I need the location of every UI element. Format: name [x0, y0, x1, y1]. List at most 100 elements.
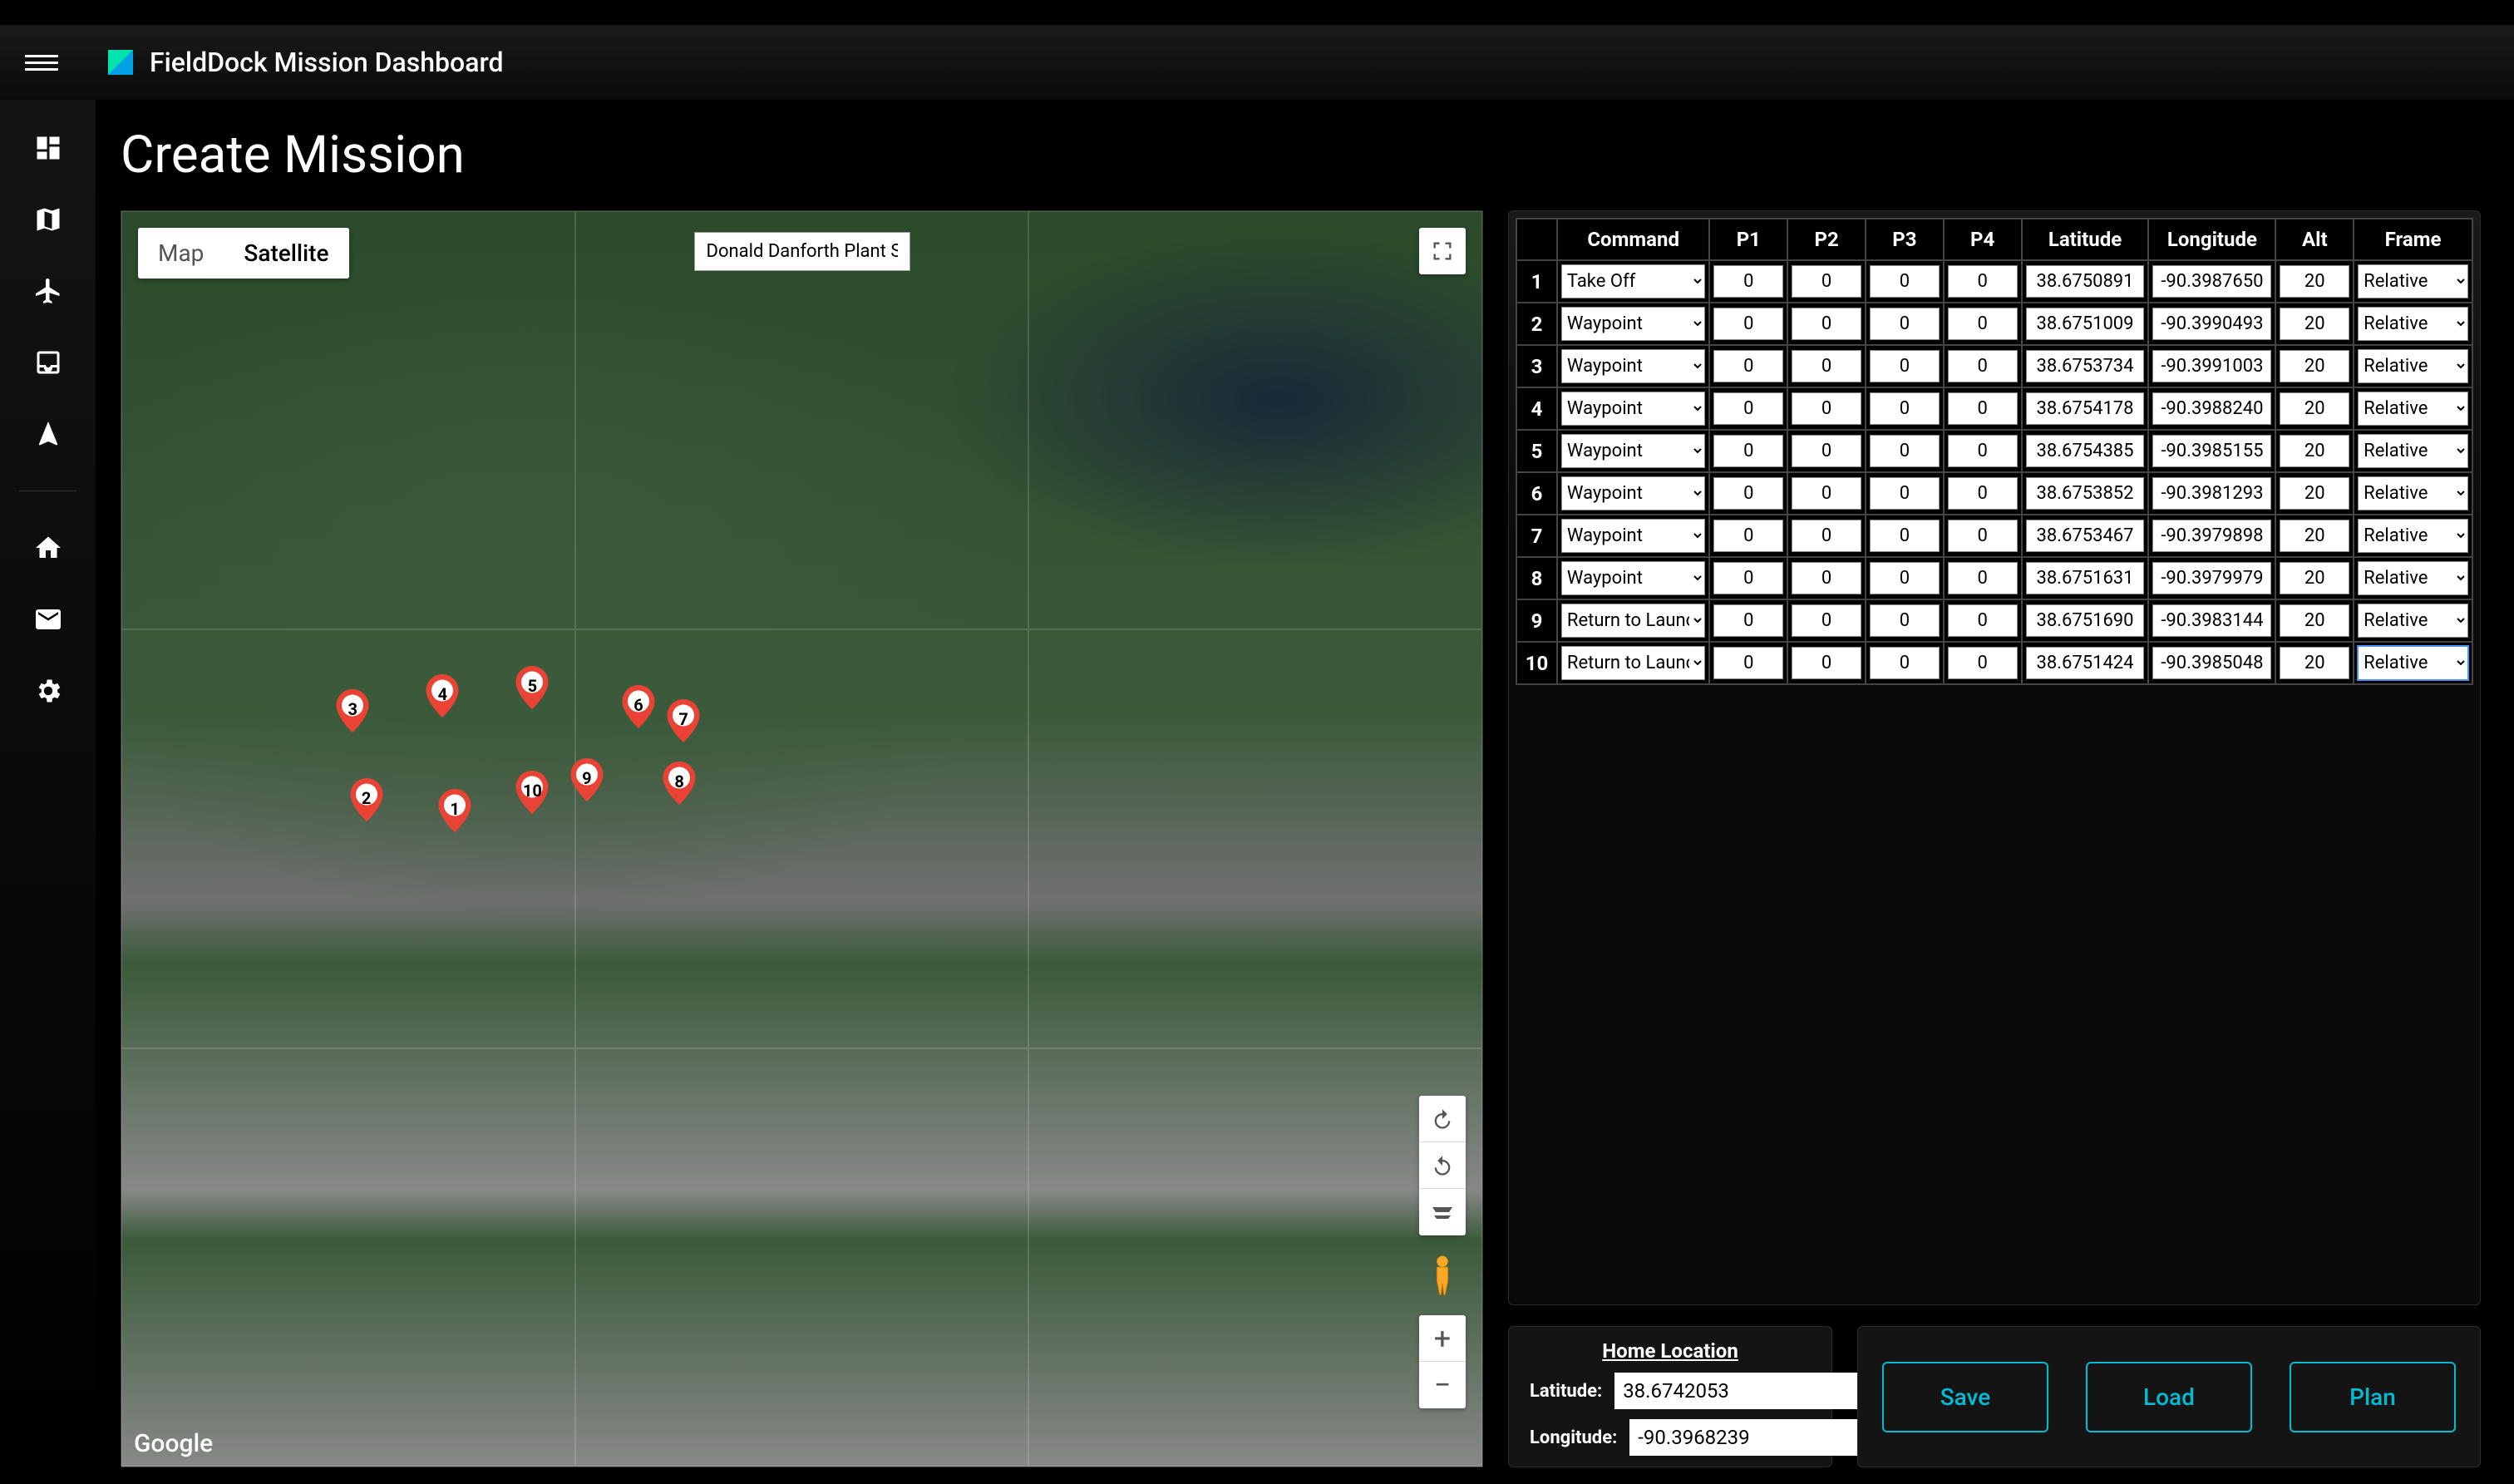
sidebar-mail-icon[interactable] [33, 604, 63, 634]
cell-p1[interactable] [1713, 308, 1783, 340]
cell-alt[interactable] [2280, 435, 2349, 467]
frame-select[interactable]: RelativeAbsolute [2358, 307, 2468, 341]
cell-p1[interactable] [1713, 562, 1783, 594]
map-marker[interactable]: 10 [515, 771, 549, 814]
cell-p4[interactable] [1948, 562, 2018, 594]
frame-select[interactable]: RelativeAbsolute [2358, 349, 2468, 383]
command-select[interactable]: Take OffWaypointReturn to Launch [1561, 476, 1706, 510]
command-select[interactable]: Take OffWaypointReturn to Launch [1561, 392, 1706, 426]
cell-p3[interactable] [1870, 265, 1940, 298]
cell-lon[interactable] [2152, 435, 2271, 467]
cell-lon[interactable] [2152, 604, 2271, 637]
rotate-ccw-button[interactable] [1419, 1142, 1466, 1189]
plan-button[interactable]: Plan [2290, 1362, 2456, 1432]
cell-lon[interactable] [2152, 392, 2271, 425]
pegman-icon[interactable] [1426, 1252, 1459, 1299]
cell-lon[interactable] [2152, 308, 2271, 340]
cell-p2[interactable] [1792, 392, 1861, 425]
cell-p1[interactable] [1713, 392, 1783, 425]
cell-alt[interactable] [2280, 562, 2349, 594]
hamburger-menu-button[interactable] [25, 46, 58, 79]
cell-p4[interactable] [1948, 308, 2018, 340]
cell-lon[interactable] [2152, 265, 2271, 298]
cell-alt[interactable] [2280, 520, 2349, 552]
cell-p1[interactable] [1713, 520, 1783, 552]
map-marker[interactable]: 6 [622, 685, 655, 728]
command-select[interactable]: Take OffWaypointReturn to Launch [1561, 349, 1706, 383]
cell-p4[interactable] [1948, 392, 2018, 425]
command-select[interactable]: Take OffWaypointReturn to Launch [1561, 307, 1706, 341]
cell-alt[interactable] [2280, 392, 2349, 425]
cell-p2[interactable] [1792, 647, 1861, 679]
cell-p4[interactable] [1948, 435, 2018, 467]
map-marker[interactable]: 3 [336, 689, 369, 732]
cell-p3[interactable] [1870, 647, 1940, 679]
cell-p3[interactable] [1870, 477, 1940, 510]
cell-p1[interactable] [1713, 265, 1783, 298]
cell-p4[interactable] [1948, 604, 2018, 637]
fullscreen-button[interactable] [1419, 228, 1466, 274]
frame-select[interactable]: RelativeAbsolute [2358, 392, 2468, 426]
map-marker[interactable]: 1 [438, 789, 471, 832]
cell-lat[interactable] [2026, 265, 2145, 298]
cell-p3[interactable] [1870, 308, 1940, 340]
command-select[interactable]: Take OffWaypointReturn to Launch [1561, 604, 1706, 638]
cell-alt[interactable] [2280, 647, 2349, 679]
cell-lon[interactable] [2152, 477, 2271, 510]
cell-lon[interactable] [2152, 562, 2271, 594]
map-type-satellite-button[interactable]: Satellite [224, 228, 348, 279]
cell-p2[interactable] [1792, 308, 1861, 340]
tilt-button[interactable] [1419, 1189, 1466, 1235]
command-select[interactable]: Take OffWaypointReturn to Launch [1561, 264, 1706, 298]
sidebar-settings-icon[interactable] [33, 676, 63, 706]
cell-alt[interactable] [2280, 265, 2349, 298]
cell-alt[interactable] [2280, 477, 2349, 510]
cell-p3[interactable] [1870, 392, 1940, 425]
cell-p4[interactable] [1948, 350, 2018, 382]
cell-p1[interactable] [1713, 647, 1783, 679]
cell-lon[interactable] [2152, 647, 2271, 679]
cell-p1[interactable] [1713, 350, 1783, 382]
cell-p3[interactable] [1870, 350, 1940, 382]
cell-alt[interactable] [2280, 308, 2349, 340]
cell-p3[interactable] [1870, 435, 1940, 467]
cell-p3[interactable] [1870, 604, 1940, 637]
frame-select[interactable]: RelativeAbsolute [2358, 646, 2468, 680]
cell-p4[interactable] [1948, 477, 2018, 510]
sidebar-home-icon[interactable] [33, 533, 63, 563]
cell-p2[interactable] [1792, 265, 1861, 298]
map-type-map-button[interactable]: Map [138, 228, 224, 279]
cell-p3[interactable] [1870, 520, 1940, 552]
frame-select[interactable]: RelativeAbsolute [2358, 519, 2468, 553]
sidebar-navigation-icon[interactable] [33, 419, 63, 449]
command-select[interactable]: Take OffWaypointReturn to Launch [1561, 434, 1706, 468]
cell-p1[interactable] [1713, 604, 1783, 637]
home-lat-input[interactable] [1614, 1373, 1890, 1409]
cell-lon[interactable] [2152, 350, 2271, 382]
frame-select[interactable]: RelativeAbsolute [2358, 561, 2468, 595]
cell-lat[interactable] [2026, 392, 2145, 425]
map-marker[interactable]: 4 [426, 674, 459, 717]
cell-p2[interactable] [1792, 520, 1861, 552]
cell-p2[interactable] [1792, 604, 1861, 637]
sidebar-dashboard-icon[interactable] [33, 133, 63, 163]
save-button[interactable]: Save [1882, 1362, 2048, 1432]
cell-p2[interactable] [1792, 477, 1861, 510]
cell-p2[interactable] [1792, 350, 1861, 382]
cell-p1[interactable] [1713, 477, 1783, 510]
command-select[interactable]: Take OffWaypointReturn to Launch [1561, 646, 1706, 680]
cell-lat[interactable] [2026, 308, 2145, 340]
map-search-input[interactable] [694, 232, 910, 271]
sidebar-plane-icon[interactable] [33, 276, 63, 306]
frame-select[interactable]: RelativeAbsolute [2358, 264, 2468, 298]
sidebar-map-icon[interactable] [33, 205, 63, 234]
map-marker[interactable]: 8 [663, 762, 696, 805]
map-marker[interactable]: 5 [515, 666, 549, 709]
cell-p3[interactable] [1870, 562, 1940, 594]
map-marker[interactable]: 7 [667, 699, 700, 742]
cell-p1[interactable] [1713, 435, 1783, 467]
cell-lat[interactable] [2026, 435, 2145, 467]
cell-lat[interactable] [2026, 647, 2145, 679]
cell-lat[interactable] [2026, 562, 2145, 594]
cell-p2[interactable] [1792, 435, 1861, 467]
